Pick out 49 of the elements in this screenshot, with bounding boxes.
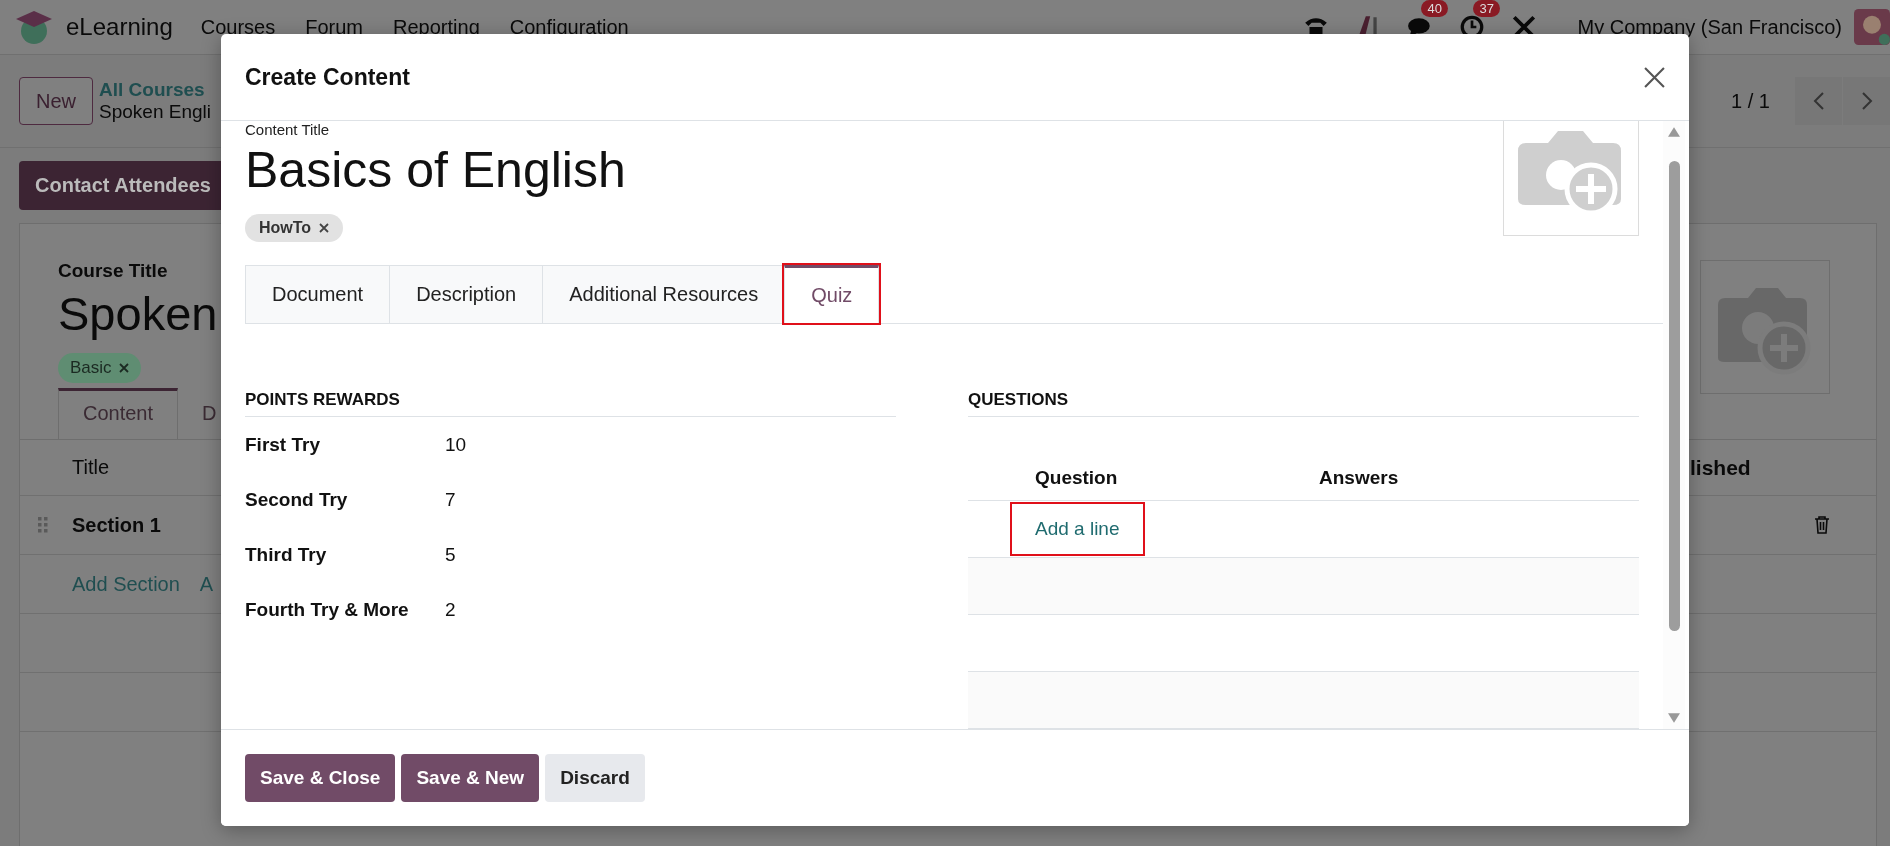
tab[interactable]: Additional Resources — [542, 265, 785, 323]
avatar-icon[interactable] — [1854, 9, 1890, 45]
field-label: Course Title — [58, 260, 168, 282]
app-name[interactable]: eLearning — [66, 13, 173, 41]
field-label: Third Try — [245, 543, 328, 566]
course-title[interactable]: Spoken — [58, 286, 218, 341]
remove-icon[interactable] — [119, 363, 130, 373]
column-header: lished — [1690, 455, 1751, 480]
close-icon[interactable] — [1644, 66, 1665, 88]
chevron-left-icon — [1812, 91, 1825, 111]
column-header: Answers — [1319, 466, 1399, 489]
field-value[interactable]: 7 — [445, 488, 456, 511]
section-heading: POINTS REWARDS — [245, 390, 896, 417]
dialog-button[interactable]: Save & New — [401, 754, 540, 802]
field-label: Content Title — [245, 121, 330, 138]
field-value[interactable]: 5 — [445, 543, 456, 566]
column-header: Question — [1035, 466, 1119, 489]
field-label: First Try — [245, 433, 321, 456]
previous-button[interactable] — [1795, 77, 1842, 125]
pager-value[interactable]: 1 / 1 — [1731, 89, 1770, 113]
tab[interactable]: Content — [58, 388, 179, 439]
remove-icon[interactable] — [318, 223, 329, 233]
next-button[interactable] — [1843, 77, 1890, 125]
count-badge: 37 — [1473, 0, 1500, 17]
field-label: Fourth Try & More — [245, 598, 410, 621]
tab[interactable]: Document — [245, 265, 390, 323]
trash-icon[interactable] — [1814, 516, 1830, 534]
dialog-button[interactable]: Save & Close — [245, 754, 396, 802]
tab[interactable]: Quiz — [784, 265, 880, 323]
new-button[interactable]: New — [19, 77, 93, 125]
count-badge: 40 — [1421, 0, 1448, 17]
dialog-button[interactable]: Discard — [545, 754, 645, 802]
tag[interactable]: HowTo — [245, 214, 343, 242]
scroll-down-icon[interactable] — [1668, 713, 1680, 723]
record-name: Spoken Engli — [99, 101, 211, 123]
drag-handle-icon[interactable] — [38, 517, 48, 533]
chevron-right-icon — [1860, 91, 1873, 111]
field-value[interactable]: 10 — [445, 433, 467, 456]
content-title-field[interactable]: Basics of English — [245, 140, 626, 200]
column-header: Title — [72, 456, 110, 479]
scroll-up-icon[interactable] — [1668, 127, 1680, 137]
field-label: Second Try — [245, 488, 349, 511]
section-heading: QUESTIONS — [968, 390, 1639, 417]
dialog-title: Create Content — [245, 63, 410, 91]
add-line-link[interactable]: Add a line — [1012, 504, 1143, 554]
field-value[interactable]: 2 — [445, 598, 456, 621]
tab[interactable]: Description — [389, 265, 543, 323]
tag[interactable]: Basic — [58, 353, 142, 383]
section-title: Section 1 — [72, 513, 161, 537]
